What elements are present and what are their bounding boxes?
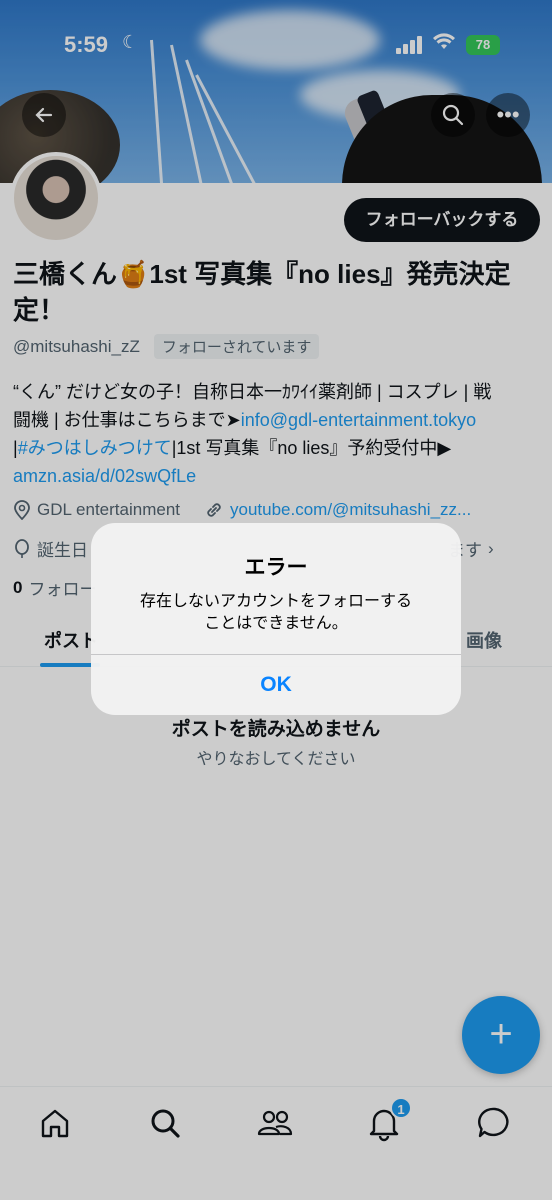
alert-message-line2: ことはできません。 — [204, 615, 348, 632]
alert-ok-button[interactable]: OK — [91, 655, 461, 715]
alert-title: エラー — [244, 556, 308, 579]
alert-message: 存在しないアカウントをフォローする ことはできません。 — [119, 591, 433, 635]
error-alert-dialog: エラー 存在しないアカウントをフォローする ことはできません。 OK — [91, 523, 461, 715]
alert-message-line1: 存在しないアカウントをフォローする — [139, 593, 412, 610]
